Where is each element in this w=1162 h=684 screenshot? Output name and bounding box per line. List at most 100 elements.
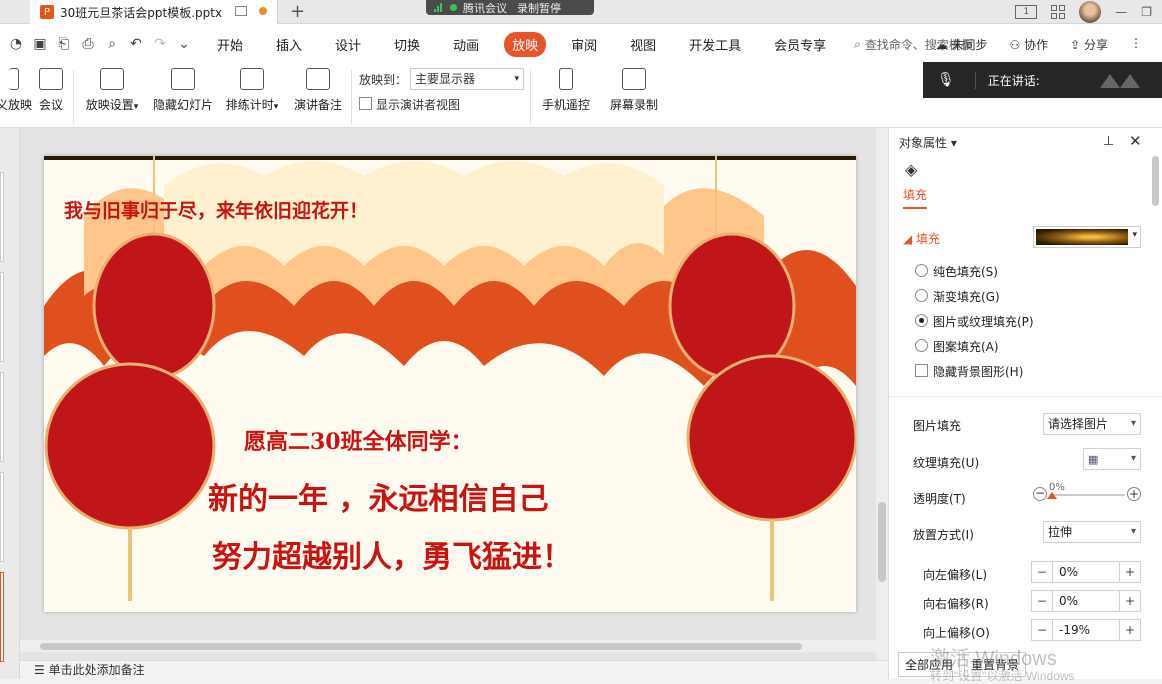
minus-icon[interactable]: − [1032,562,1052,582]
offset-right-stepper[interactable]: − 0% + [1031,590,1141,612]
phone-remote-button[interactable]: 手机遥控 [538,68,594,113]
export-icon[interactable]: ⎗ [56,36,72,52]
menu-slideshow[interactable]: 放映 [504,31,547,57]
collaborate-button[interactable]: ⚇ 协作 [1010,36,1049,53]
show-settings-label: 放映设置 [85,98,134,112]
transparency-slider-handle[interactable] [1047,492,1057,499]
transparency-decrease-icon[interactable]: − [1033,487,1047,501]
radio-picture-fill[interactable] [915,314,928,327]
fill-section-header[interactable]: ◢ 填充 [903,230,940,247]
scrollbar-thumb[interactable] [1152,156,1159,206]
slide-thumbnail[interactable] [0,372,4,462]
restore-icon[interactable]: ❐ [1141,5,1152,19]
sync-button[interactable]: ☁ 未同步 [936,36,988,53]
slide[interactable]: 我与旧事归于尽，来年依旧迎花开！ 愿高二30班全体同学： 新的一年 ，永远相信自… [44,156,856,612]
notes-icon: ☰ [34,663,49,677]
print-preview-icon[interactable]: ⌕ [104,36,120,52]
new-tab-plus-icon[interactable]: + [290,1,305,22]
tab-fill[interactable]: 填充 [903,186,928,209]
minus-icon[interactable]: − [1032,620,1052,640]
show-settings-button[interactable]: 放映设置▾ [82,68,142,113]
radio-gradient-fill[interactable] [915,289,928,302]
pin-icon[interactable]: ⊥ [1103,134,1114,149]
offset-up-value[interactable]: -19% [1052,620,1120,640]
screen-record-button[interactable]: 屏幕录制 [606,68,662,113]
video-icon [39,68,63,90]
menu-view[interactable]: 视图 [622,32,664,57]
menu-transitions[interactable]: 切换 [386,32,428,57]
menu-animations[interactable]: 动画 [445,32,487,57]
presenter-view-checkbox[interactable] [359,97,372,110]
offset-up-stepper[interactable]: − -19% + [1031,619,1141,641]
radio-pattern-fill[interactable] [915,339,928,352]
slide-motto[interactable]: 我与旧事归于尽，来年依旧迎花开！ [64,196,368,223]
radio-solid-fill[interactable] [915,264,928,277]
offset-right-value[interactable]: 0% [1052,591,1120,611]
undo-icon[interactable]: ↶ [128,36,144,52]
more-icon[interactable]: ⋮ [1130,36,1142,53]
avatar[interactable] [1079,1,1102,23]
screen-mode-icon[interactable]: 1 [1015,5,1038,19]
scrollbar-thumb[interactable] [40,643,802,650]
user-icon: ⚇ [1009,38,1025,52]
vertical-scrollbar[interactable] [876,128,888,660]
hide-background-checkbox[interactable] [915,364,928,377]
panel-scrollbar[interactable] [1152,150,1160,656]
slide-thumbnails[interactable] [0,128,20,679]
share-button[interactable]: ⇪ 分享 [1070,36,1108,53]
horizontal-scrollbar[interactable] [20,640,876,652]
slide-greeting[interactable]: 愿高二30班全体同学： [244,424,473,456]
meeting-button[interactable]: 会议 [36,68,66,113]
recording-status[interactable]: 录制暂停 [517,0,561,16]
monitor-icon[interactable] [235,6,247,16]
notes-area[interactable]: ☰ 单击此处添加备注 [20,660,888,679]
menu-review[interactable]: 审阅 [563,32,605,57]
close-icon[interactable]: ✕ [1129,132,1142,150]
fill-preview-select[interactable]: ▾ [1033,226,1141,248]
plus-icon[interactable]: + [1120,591,1140,611]
slide-thumbnail[interactable] [0,172,4,262]
custom-show-button[interactable]: 义放映 [0,68,32,113]
menu-home[interactable]: 开始 [209,32,251,57]
quick-access-dropdown-icon[interactable]: ⌄ [176,36,192,52]
save-icon[interactable]: ▣ [32,36,48,52]
transparency-slider[interactable] [1051,494,1125,496]
minimize-icon[interactable]: — [1115,5,1127,19]
meeting-bar[interactable]: 腾讯会议 录制暂停 [426,0,594,15]
menu-insert[interactable]: 插入 [268,32,310,57]
cloud-icon: ☁ [935,38,952,52]
slide-thumbnail[interactable] [0,272,4,362]
menu-member[interactable]: 会员专享 [766,32,834,57]
texture-fill-select[interactable]: ▦ [1083,448,1141,470]
file-menu-icon[interactable]: ◔ [8,36,24,52]
panel-title[interactable]: 对象属性 ▾ [899,134,957,151]
play-to-select[interactable]: 主要显示器 ▾ [410,68,524,90]
custom-show-label: 义放映 [0,98,33,112]
slide-canvas[interactable]: 我与旧事归于尽，来年依旧迎花开！ 愿高二30班全体同学： 新的一年 ，永远相信自… [20,128,888,660]
picture-source-select[interactable]: 请选择图片 [1043,413,1141,435]
slide-line-2[interactable]: 努力超越别人，勇飞猛进！ [212,532,572,576]
offset-left-value[interactable]: 0% [1052,562,1120,582]
document-tab[interactable]: P 30班元旦茶话会ppt模板.pptx [30,0,278,24]
placement-select[interactable]: 拉伸 [1043,521,1141,543]
plus-icon[interactable]: + [1120,620,1140,640]
scrollbar-thumb[interactable] [878,502,886,582]
transparency-increase-icon[interactable]: + [1127,487,1141,501]
menu-design[interactable]: 设计 [327,32,369,57]
redo-icon[interactable]: ↷ [152,36,168,52]
slide-thumbnail[interactable] [0,472,4,562]
plus-icon[interactable]: + [1120,562,1140,582]
slide-thumbnail-selected[interactable] [0,572,4,662]
panel-title-label: 对象属性 [899,136,948,150]
fill-preview-swatch [1036,229,1128,245]
minus-icon[interactable]: − [1032,591,1052,611]
slide-line-1[interactable]: 新的一年 ，永远相信自己 [208,474,548,518]
rehearse-timing-button[interactable]: 排练计时▾ [222,68,282,113]
menu-developer[interactable]: 开发工具 [681,32,749,57]
speaker-notes-label: 演讲备注 [293,98,342,112]
hide-slide-button[interactable]: 隐藏幻灯片 [150,68,216,113]
speaker-notes-button[interactable]: 演讲备注 [290,68,346,113]
offset-left-stepper[interactable]: − 0% + [1031,561,1141,583]
print-icon[interactable]: ⎙ [80,36,96,52]
app-grid-icon[interactable] [1051,5,1066,19]
